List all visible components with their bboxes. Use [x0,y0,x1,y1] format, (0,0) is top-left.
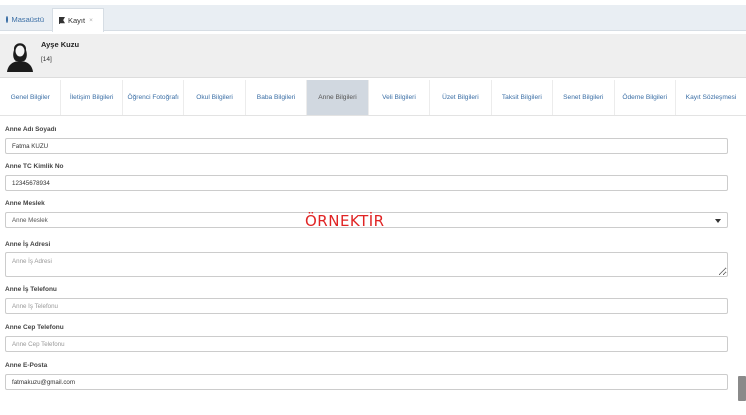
label-anne-is-adresi: Anne İş Adresi [5,241,51,248]
student-number: [14] [41,56,52,63]
info-tabs: Genel Bilgiler İletişim Bilgileri Öğrenc… [0,80,746,116]
anne-is-telefonu-input[interactable] [5,298,728,314]
watermark-text: ÖRNEKTİR [305,212,385,230]
tab-iletisim-bilgileri[interactable]: İletişim Bilgileri [61,80,123,115]
tab-uzet-bilgileri[interactable]: Üzet Bilgileri [430,80,492,115]
tab-kayit[interactable]: Kayıt × [52,8,104,32]
label-anne-adi-soyadi: Anne Adı Soyadı [5,126,57,133]
label-anne-cep-telefonu: Anne Cep Telefonu [5,324,64,331]
chevron-down-icon [715,219,721,223]
anne-meslek-value: Anne Meslek [12,216,48,224]
top-tab-bar: Masaüstü Kayıt × [0,5,746,32]
student-name: Ayşe Kuzu [41,40,80,49]
scrollbar-thumb[interactable] [738,376,746,401]
tab-veli-bilgileri[interactable]: Veli Bilgileri [369,80,431,115]
tab-odeme-bilgileri[interactable]: Ödeme Bilgileri [615,80,676,115]
tab-masaustu[interactable]: Masaüstü [0,8,50,31]
label-anne-meslek: Anne Meslek [5,200,45,207]
tab-baba-bilgileri[interactable]: Baba Bilgileri [246,80,308,115]
label-anne-is-telefonu: Anne İş Telefonu [5,286,57,293]
flag-icon [59,17,65,24]
tab-masaustu-label: Masaüstü [11,15,44,24]
tab-genel-bilgiler[interactable]: Genel Bilgiler [0,80,62,115]
dashboard-icon [6,16,9,23]
anne-tc-input[interactable] [5,175,728,191]
tab-kayit-sozlesmesi[interactable]: Kayıt Sözleşmesi [676,80,746,115]
anne-is-adresi-input[interactable] [5,252,728,277]
tab-taksit-bilgileri[interactable]: Taksit Bilgileri [492,80,554,115]
label-anne-e-posta: Anne E-Posta [5,362,48,369]
tab-senet-bilgileri[interactable]: Senet Bilgileri [553,80,615,115]
anne-cep-telefonu-input[interactable] [5,336,728,352]
anne-adi-soyadi-input[interactable] [5,138,728,154]
anne-e-posta-input[interactable] [5,374,728,390]
student-profile-header: Ayşe Kuzu [14] [0,34,746,78]
tab-kayit-label: Kayıt [68,16,86,25]
close-icon[interactable]: × [89,17,93,24]
tab-ogrenci-fotografi[interactable]: Öğrenci Fotoğrafı [123,80,185,115]
label-anne-tc: Anne TC Kimlik No [5,163,64,170]
tab-okul-bilgileri[interactable]: Okul Bilgileri [184,80,246,115]
tab-anne-bilgileri[interactable]: Anne Bilgileri [307,80,369,115]
avatar [5,36,35,72]
